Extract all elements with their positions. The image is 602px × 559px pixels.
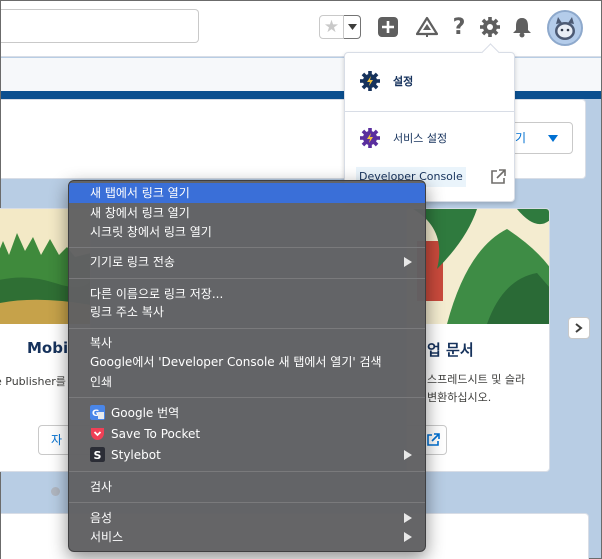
ctx-inspect[interactable]: 검사 [69,477,425,497]
setup-menu-item-label: 서비스 설정 [393,132,448,145]
trailhead-icon[interactable] [415,15,439,39]
add-icon[interactable] [376,15,400,39]
star-icon[interactable]: ★ [319,15,344,39]
gear-icon[interactable] [478,15,502,39]
document-card: 업 문서 스프레드시트 및 슬라 변환하십시오. [406,208,550,472]
card-description-line-2: 변환하십시오. [427,391,492,404]
caret-down-icon [548,135,558,142]
submenu-arrow-icon [404,513,412,523]
ctx-item-label: Google 번역 [111,406,180,420]
setup-menu-item-setup[interactable]: 설정 [345,61,514,101]
card-title: Mobi [27,339,69,357]
ctx-item-label: Save To Pocket [111,427,201,441]
setup-gear-icon [360,71,380,91]
card-title: 업 문서 [427,341,474,359]
card-illustration [407,209,549,324]
ctx-separator [69,328,425,329]
chevron-down-icon[interactable] [344,15,361,39]
ctx-stylebot[interactable]: S Stylebot [69,445,425,465]
ctx-open-link-incognito[interactable]: 시크릿 창에서 링크 열기 [69,222,425,242]
ctx-separator [69,247,425,248]
favorites-group: ★ [319,15,361,39]
pocket-icon [91,428,104,440]
ctx-services[interactable]: 서비스 [69,527,425,547]
ctx-search-google[interactable]: Google에서 'Developer Console 새 탭에서 열기' 검색 [69,352,425,372]
ctx-save-link-as[interactable]: 다른 이름으로 링크 저장... [69,284,425,304]
ctx-item-label: 음성 [90,511,113,525]
ctx-item-label: 기기로 링크 전송 [90,255,175,269]
ctx-separator [69,278,425,279]
ctx-separator [69,502,425,503]
submenu-arrow-icon [404,532,412,542]
ctx-print[interactable]: 인쇄 [69,372,425,392]
ctx-save-to-pocket[interactable]: Save To Pocket [69,424,425,444]
search-input[interactable] [1,9,199,43]
chevron-right-icon [575,323,583,333]
ctx-speech[interactable]: 음성 [69,508,425,528]
context-menu: 새 탭에서 링크 열기 새 창에서 링크 열기 시크릿 창에서 링크 열기 기기… [68,180,426,552]
service-setup-icon [360,128,380,148]
svg-text:S: S [94,449,102,462]
ctx-send-link-to-device[interactable]: 기기로 링크 전송 [69,252,425,272]
stylebot-icon: S [90,447,105,462]
ctx-copy-link-address[interactable]: 링크 주소 복사 [69,302,425,322]
setup-menu-item-service-setup[interactable]: 서비스 설정 [345,118,514,158]
external-link-icon[interactable] [490,169,506,185]
avatar[interactable] [547,10,583,46]
submenu-arrow-icon [404,257,412,267]
ctx-open-link-new-window[interactable]: 새 창에서 링크 열기 [69,203,425,223]
ctx-separator [69,397,425,398]
ctx-item-label: Stylebot [111,448,161,462]
ctx-copy[interactable]: 복사 [69,333,425,353]
setup-menu-divider [345,111,514,112]
carousel-next-button[interactable] [568,317,590,339]
external-link-icon [427,433,440,446]
bell-icon[interactable] [510,15,534,39]
ctx-item-label: 서비스 [90,530,124,544]
help-icon[interactable]: ? [447,15,471,40]
card-description: e Publisher를 [0,375,66,388]
submenu-arrow-icon [404,450,412,460]
global-header: ★ ? [1,1,601,57]
ctx-google-translate[interactable]: G Google 번역 [69,403,425,423]
ctx-separator [69,471,425,472]
carousel-dot[interactable] [51,487,60,496]
google-translate-icon: G [90,405,105,420]
card-description-line-1: 스프레드시트 및 슬라 [427,373,526,386]
ctx-open-link-new-tab[interactable]: 새 탭에서 링크 열기 [69,183,425,203]
setup-menu-item-label: 설정 [393,75,414,88]
